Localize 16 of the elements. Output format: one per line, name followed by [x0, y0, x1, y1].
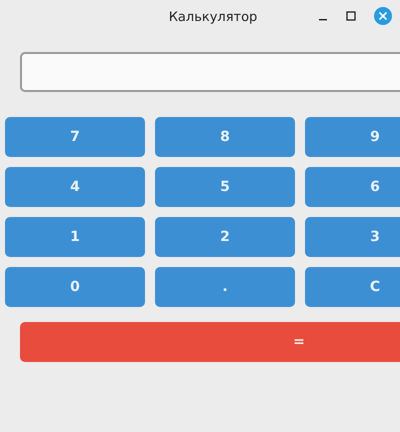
- key-button[interactable]: 2: [155, 217, 295, 257]
- key-button[interactable]: .: [155, 267, 295, 307]
- key-button[interactable]: 3: [305, 217, 400, 257]
- close-icon[interactable]: [374, 7, 392, 25]
- key-button[interactable]: 0: [5, 267, 145, 307]
- key-button[interactable]: C: [305, 267, 400, 307]
- key-button[interactable]: 8: [155, 117, 295, 157]
- key-button[interactable]: 4: [5, 167, 145, 207]
- key-button[interactable]: 1: [5, 217, 145, 257]
- maximize-icon[interactable]: [346, 11, 356, 21]
- key-button[interactable]: 9: [305, 117, 400, 157]
- key-button[interactable]: 5: [155, 167, 295, 207]
- equals-button[interactable]: =: [20, 322, 400, 362]
- key-button[interactable]: 6: [305, 167, 400, 207]
- window-title: Калькулятор: [168, 10, 258, 24]
- key-button[interactable]: 7: [5, 117, 145, 157]
